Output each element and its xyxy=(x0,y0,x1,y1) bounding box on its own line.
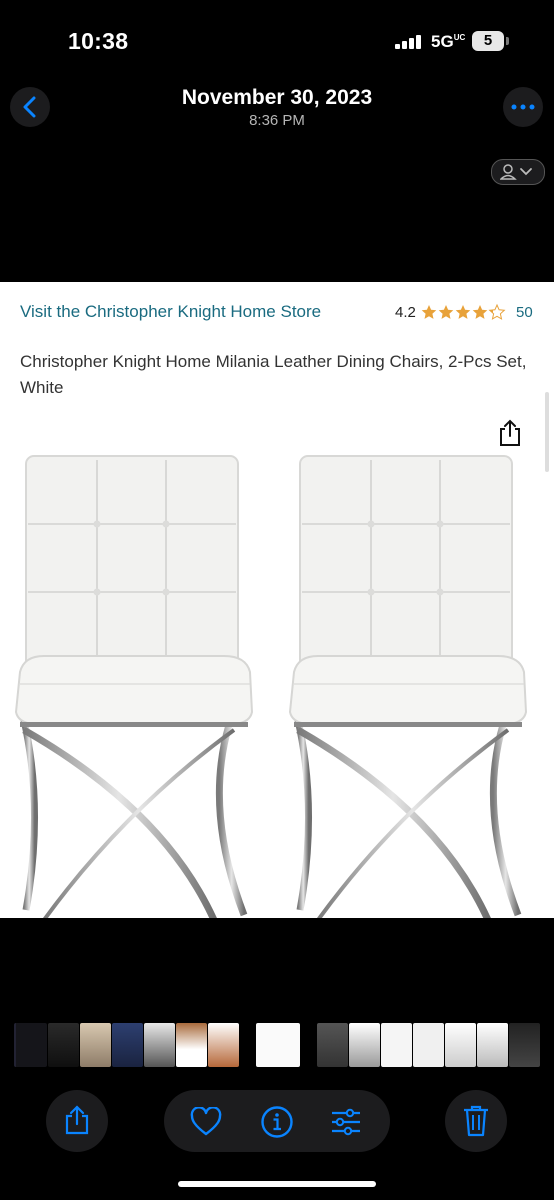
network-type: 5GUC xyxy=(431,32,466,51)
thumbnail[interactable] xyxy=(14,1023,47,1067)
review-count[interactable]: 50 xyxy=(516,304,533,321)
battery-cap xyxy=(506,37,509,45)
thumbnail[interactable] xyxy=(349,1023,380,1067)
star-icon xyxy=(472,305,488,319)
store-link[interactable]: Visit the Christopher Knight Home Store xyxy=(20,299,350,324)
product-image-chairs[interactable] xyxy=(0,447,554,918)
photo-actions-group xyxy=(164,1090,390,1152)
status-time: 10:38 xyxy=(68,28,129,54)
more-button[interactable] xyxy=(503,87,543,127)
people-button[interactable] xyxy=(491,159,545,185)
share-icon xyxy=(65,1105,89,1135)
thumbnail[interactable] xyxy=(477,1023,508,1067)
thumbnail[interactable] xyxy=(144,1023,175,1067)
rating-value: 4.2 xyxy=(395,304,416,321)
share-button[interactable] xyxy=(46,1090,108,1152)
product-title: Christopher Knight Home Milania Leather … xyxy=(20,352,527,397)
star-icon xyxy=(455,305,471,319)
share-icon[interactable] xyxy=(496,418,524,448)
star-icon xyxy=(438,305,454,319)
thumbnail[interactable] xyxy=(80,1023,111,1067)
star-rating[interactable] xyxy=(421,303,507,321)
thumbnail[interactable] xyxy=(48,1023,79,1067)
thumbnail[interactable] xyxy=(208,1023,239,1067)
delete-button[interactable] xyxy=(445,1090,507,1152)
network-subtype: UC xyxy=(453,33,466,42)
cellular-signal-icon xyxy=(395,35,421,49)
thumbnail[interactable] xyxy=(112,1023,143,1067)
thumbnail[interactable] xyxy=(445,1023,476,1067)
home-indicator[interactable] xyxy=(178,1181,376,1187)
sliders-icon[interactable] xyxy=(330,1107,362,1137)
trash-icon xyxy=(464,1105,488,1137)
thumbnail[interactable] xyxy=(509,1023,540,1067)
star-icon xyxy=(421,305,437,319)
photo-date: November 30, 2023 xyxy=(181,86,373,109)
screenshot-image: Visit the Christopher Knight Home Store … xyxy=(0,282,554,918)
battery-indicator: 5 xyxy=(472,31,504,51)
ellipsis-icon xyxy=(511,104,535,110)
person-chevron-icon xyxy=(500,164,532,180)
thumbnail-strip[interactable] xyxy=(14,1023,540,1067)
thumbnail-selected[interactable] xyxy=(256,1023,300,1067)
star-partial-icon xyxy=(489,304,505,320)
thumbnail[interactable] xyxy=(317,1023,348,1067)
photo-time: 8:36 PM xyxy=(249,112,305,129)
info-icon[interactable] xyxy=(260,1105,294,1139)
thumbnail[interactable] xyxy=(176,1023,207,1067)
heart-icon[interactable] xyxy=(190,1107,222,1137)
thumbnail[interactable] xyxy=(381,1023,412,1067)
thumbnail[interactable] xyxy=(413,1023,444,1067)
